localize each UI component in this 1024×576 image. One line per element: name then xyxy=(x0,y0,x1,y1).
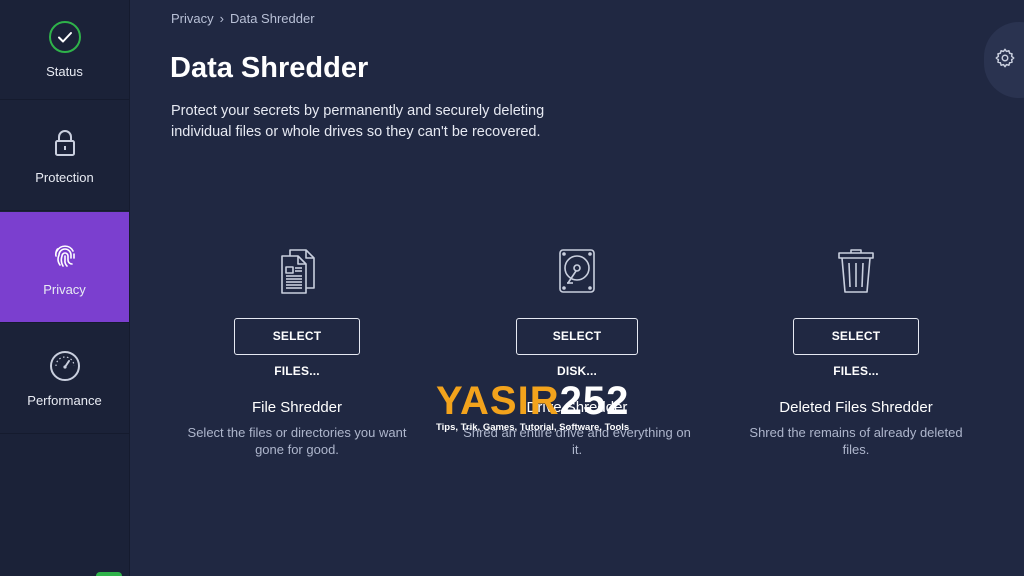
hard-disk-icon xyxy=(447,245,707,297)
sidebar-item-protection[interactable]: Protection xyxy=(0,100,129,211)
breadcrumb: Privacy › Data Shredder xyxy=(171,11,315,26)
sidebar-item-status[interactable]: Status xyxy=(0,0,129,100)
lock-icon xyxy=(48,126,82,160)
card-title: Deleted Files Shredder xyxy=(779,399,933,416)
watermark-logo-part1: YASIR xyxy=(436,379,560,423)
watermark-tagline: Tips, Trik, Games, Tutorial, Software, T… xyxy=(436,422,630,433)
breadcrumb-current: Data Shredder xyxy=(229,11,315,26)
sidebar-item-label: Status xyxy=(46,64,83,79)
sidebar-item-label: Protection xyxy=(35,169,94,185)
watermark: YASIR252 Tips, Trik, Games, Tutorial, So… xyxy=(436,380,646,433)
sidebar-item-label: Privacy xyxy=(43,281,86,297)
check-circle-icon xyxy=(48,20,82,54)
fingerprint-icon xyxy=(48,238,82,272)
sidebar-item-performance[interactable]: Performance xyxy=(0,323,129,434)
deleted-files-shredder-card: SELECT FILES... Deleted Files Shredder S… xyxy=(726,245,986,458)
page-description: Protect your secrets by permanently and … xyxy=(171,103,545,140)
select-files-button[interactable]: SELECT FILES... xyxy=(234,318,360,378)
sidebar-item-privacy[interactable]: Privacy xyxy=(0,212,129,323)
gauge-icon xyxy=(48,349,82,383)
card-description: Select the files or directories you want… xyxy=(187,425,407,457)
watermark-logo-part2: 252 xyxy=(559,379,630,423)
sidebar-item-label: Performance xyxy=(27,392,102,408)
breadcrumb-separator: › xyxy=(219,11,224,26)
settings-button[interactable] xyxy=(984,22,1024,98)
select-files-button[interactable]: SELECT FILES... xyxy=(793,318,919,378)
page-title: Data Shredder xyxy=(170,52,369,84)
gear-icon xyxy=(994,47,1016,74)
status-indicator xyxy=(96,572,122,576)
documents-icon xyxy=(167,245,427,297)
card-description: Shred the remains of already deleted fil… xyxy=(749,425,963,457)
card-title: File Shredder xyxy=(251,399,343,416)
sidebar: Status Protection Privacy Performance xyxy=(0,0,130,576)
file-shredder-card: SELECT FILES... File Shredder Select the… xyxy=(167,245,427,458)
breadcrumb-parent[interactable]: Privacy xyxy=(171,11,214,26)
trash-icon xyxy=(726,245,986,297)
select-disk-button[interactable]: SELECT DISK... xyxy=(516,318,638,378)
